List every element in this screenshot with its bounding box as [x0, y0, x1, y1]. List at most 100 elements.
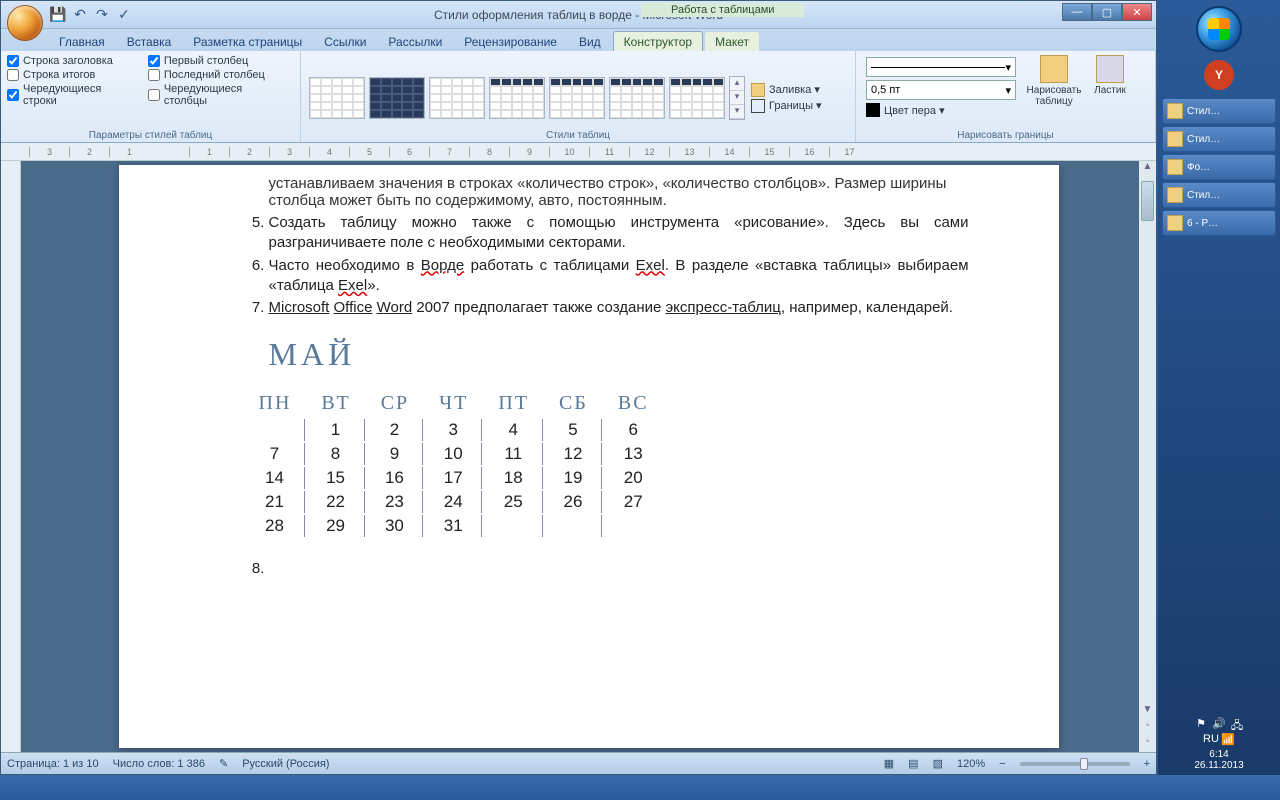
calendar-cell[interactable] [545, 515, 602, 537]
calendar-cell[interactable]: 27 [604, 491, 663, 513]
calendar-cell[interactable]: 17 [425, 467, 482, 489]
calendar-cell[interactable]: 14 [245, 467, 306, 489]
calendar-cell[interactable]: 6 [604, 419, 663, 441]
line-weight-combo[interactable]: 0,5 пт▾ [866, 80, 1016, 100]
taskbar-item[interactable]: Стил… [1162, 126, 1276, 152]
tray-signal-icon[interactable]: 📶 [1221, 733, 1235, 747]
start-button[interactable] [1196, 6, 1242, 52]
scroll-down-icon[interactable]: ▼ [1143, 704, 1153, 720]
calendar-cell[interactable]: 24 [425, 491, 482, 513]
pen-color-button[interactable]: Цвет пера ▾ [866, 103, 1016, 117]
chk-banded-cols[interactable]: Чередующиеся столбцы [148, 83, 286, 107]
style-thumb-7[interactable] [669, 77, 725, 119]
calendar-cell[interactable]: 4 [484, 419, 543, 441]
scroll-thumb[interactable] [1141, 181, 1154, 221]
calendar-cell[interactable]: 26 [545, 491, 602, 513]
chk-last-col[interactable]: Последний столбец [148, 69, 286, 81]
tab-mailings[interactable]: Рассылки [378, 32, 452, 51]
calendar-cell[interactable]: 5 [545, 419, 602, 441]
calendar-table[interactable]: ПНВТСРЧТПТСБВС 1234567891011121314151617… [243, 387, 665, 539]
view-web-icon[interactable]: ▧ [933, 757, 943, 770]
calendar-cell[interactable]: 19 [545, 467, 602, 489]
scrollbar-vertical[interactable]: ▲ ▼ ◦ ◦ [1139, 161, 1156, 752]
calendar-cell[interactable]: 22 [307, 491, 364, 513]
browse-prev-icon[interactable]: ◦ [1146, 720, 1150, 736]
undo-icon[interactable]: ↶ [71, 6, 89, 24]
zoom-out-icon[interactable]: − [999, 758, 1005, 770]
chk-first-col[interactable]: Первый столбец [148, 55, 286, 67]
status-proof-icon[interactable]: ✎ [219, 757, 228, 770]
calendar-cell[interactable]: 30 [367, 515, 423, 537]
gallery-nav[interactable]: ▴▾▾ [729, 76, 745, 120]
style-gallery[interactable]: ▴▾▾ [307, 74, 747, 122]
clock-time[interactable]: 6:14 [1158, 749, 1280, 760]
calendar-cell[interactable]: 25 [484, 491, 543, 513]
taskbar[interactable] [0, 775, 1280, 800]
redo-icon[interactable]: ↷ [93, 6, 111, 24]
close-button[interactable]: ✕ [1122, 3, 1152, 21]
calendar-cell[interactable]: 29 [307, 515, 364, 537]
style-thumb-3[interactable] [429, 77, 485, 119]
spellcheck-icon[interactable]: ✓ [115, 6, 133, 24]
tab-view[interactable]: Вид [569, 32, 611, 51]
tray-lang-icon[interactable]: RU [1203, 733, 1217, 747]
calendar-cell[interactable]: 9 [367, 443, 423, 465]
tab-layout-table[interactable]: Макет [705, 32, 759, 51]
calendar-cell[interactable]: 3 [425, 419, 482, 441]
style-thumb-2[interactable] [369, 77, 425, 119]
tab-review[interactable]: Рецензирование [454, 32, 567, 51]
office-button[interactable] [7, 5, 43, 41]
tray-volume-icon[interactable]: 🔊 [1212, 717, 1226, 731]
calendar-cell[interactable]: 16 [367, 467, 423, 489]
tab-references[interactable]: Ссылки [314, 32, 376, 51]
calendar-cell[interactable]: 20 [604, 467, 663, 489]
calendar-cell[interactable]: 1 [307, 419, 364, 441]
tray-flag-icon[interactable]: ⚑ [1194, 717, 1208, 731]
yandex-icon[interactable]: Y [1204, 60, 1234, 90]
calendar-cell[interactable]: 11 [484, 443, 543, 465]
calendar-cell[interactable] [484, 515, 543, 537]
zoom-level[interactable]: 120% [957, 758, 985, 770]
taskbar-item[interactable]: 6 - Р… [1162, 210, 1276, 236]
calendar-cell[interactable]: 12 [545, 443, 602, 465]
shading-button[interactable]: Заливка ▾ [751, 83, 822, 97]
style-thumb-6[interactable] [609, 77, 665, 119]
calendar-cell[interactable] [245, 419, 306, 441]
taskbar-item[interactable]: Стил… [1162, 98, 1276, 124]
status-page[interactable]: Страница: 1 из 10 [7, 758, 99, 770]
zoom-in-icon[interactable]: + [1144, 758, 1150, 770]
view-read-icon[interactable]: ▤ [908, 757, 918, 770]
tray-network-icon[interactable]: 🖧 [1230, 717, 1244, 731]
ruler-horizontal[interactable]: 3211234567891011121314151617 [1, 143, 1156, 161]
calendar-cell[interactable]: 15 [307, 467, 364, 489]
calendar-cell[interactable]: 31 [425, 515, 482, 537]
save-icon[interactable]: 💾 [49, 6, 67, 24]
scroll-up-icon[interactable]: ▲ [1143, 161, 1153, 177]
calendar-cell[interactable]: 28 [245, 515, 306, 537]
page[interactable]: устанавливаем значения в строках «количе… [119, 165, 1059, 748]
minimize-button[interactable]: — [1062, 3, 1092, 21]
tab-home[interactable]: Главная [49, 32, 115, 51]
taskbar-item[interactable]: Фо… [1162, 154, 1276, 180]
status-language[interactable]: Русский (Россия) [242, 758, 329, 770]
line-style-combo[interactable]: ▾ [866, 57, 1016, 77]
style-thumb-1[interactable] [309, 77, 365, 119]
calendar-cell[interactable] [604, 515, 663, 537]
tab-insert[interactable]: Вставка [117, 32, 182, 51]
chk-header-row[interactable]: Строка заголовка [7, 55, 136, 67]
taskbar-item[interactable]: Стил… [1162, 182, 1276, 208]
draw-table-button[interactable]: Нарисовать таблицу [1026, 55, 1082, 107]
calendar-cell[interactable]: 2 [367, 419, 423, 441]
calendar-cell[interactable]: 10 [425, 443, 482, 465]
borders-button[interactable]: Границы ▾ [751, 99, 822, 113]
eraser-button[interactable]: Ластик [1088, 55, 1132, 96]
tab-design[interactable]: Конструктор [613, 31, 703, 51]
browse-next-icon[interactable]: ◦ [1146, 736, 1150, 752]
style-thumb-4[interactable] [489, 77, 545, 119]
calendar-cell[interactable]: 18 [484, 467, 543, 489]
view-print-icon[interactable]: ▦ [884, 757, 894, 770]
tab-layout[interactable]: Разметка страницы [183, 32, 312, 51]
calendar-cell[interactable]: 7 [245, 443, 306, 465]
style-thumb-5[interactable] [549, 77, 605, 119]
status-words[interactable]: Число слов: 1 386 [113, 758, 205, 770]
